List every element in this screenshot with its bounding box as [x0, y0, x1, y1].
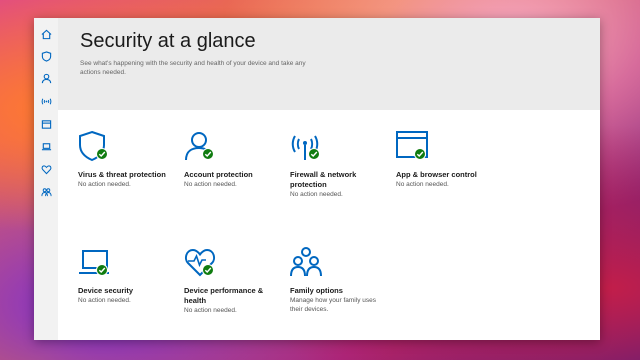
- tile-status: No action needed.: [184, 307, 237, 314]
- checkmark-icon: [202, 148, 214, 160]
- page-subtitle: See what's happening with the security a…: [80, 60, 306, 76]
- wifi-icon[interactable]: [40, 95, 52, 107]
- tile-title: Account protection: [184, 170, 253, 179]
- tile-title: Virus & threat protection: [78, 170, 166, 179]
- tile-account-protection[interactable]: Account protection No action needed.: [184, 130, 284, 189]
- shield-icon[interactable]: [40, 50, 52, 62]
- tile-app-browser-control[interactable]: App & browser control No action needed.: [396, 130, 516, 189]
- tile-virus-threat-protection[interactable]: Virus & threat protection No action need…: [78, 130, 178, 189]
- tile-title: Device performance & health: [184, 286, 264, 305]
- page-title: Security at a glance: [80, 30, 256, 52]
- laptop-icon[interactable]: [40, 140, 52, 152]
- tile-title: Family options: [290, 286, 343, 295]
- checkmark-icon: [96, 148, 108, 160]
- family-icon: [290, 247, 322, 277]
- checkmark-icon: [202, 264, 214, 276]
- tile-family-options[interactable]: Family options Manage how your family us…: [290, 246, 390, 314]
- person-icon[interactable]: [40, 72, 52, 84]
- family-icon[interactable]: [40, 186, 52, 198]
- tile-status: Manage how your family uses their device…: [290, 297, 376, 313]
- tile-device-security[interactable]: Device security No action needed.: [78, 246, 178, 305]
- heart-icon[interactable]: [40, 163, 52, 175]
- tile-title: App & browser control: [396, 170, 477, 179]
- tile-title: Device security: [78, 286, 134, 295]
- tile-status: No action needed.: [184, 181, 237, 188]
- tile-status: No action needed.: [396, 181, 449, 188]
- checkmark-icon: [308, 148, 320, 160]
- tile-title: Firewall & network protection: [290, 170, 357, 189]
- tile-status: No action needed.: [78, 181, 131, 188]
- home-icon[interactable]: [40, 28, 52, 40]
- page-header: Security at a glance See what's happenin…: [58, 18, 600, 110]
- tile-firewall-network-protection[interactable]: Firewall & network protection No action …: [290, 130, 390, 199]
- tile-status: No action needed.: [78, 297, 131, 304]
- checkmark-icon: [96, 264, 108, 276]
- security-window: Security at a glance See what's happenin…: [34, 18, 600, 340]
- window-icon[interactable]: [40, 118, 52, 130]
- tile-status: No action needed.: [290, 191, 343, 198]
- checkmark-icon: [414, 148, 426, 160]
- nav-rail: [34, 18, 58, 340]
- tile-device-performance-health[interactable]: Device performance & health No action ne…: [184, 246, 284, 315]
